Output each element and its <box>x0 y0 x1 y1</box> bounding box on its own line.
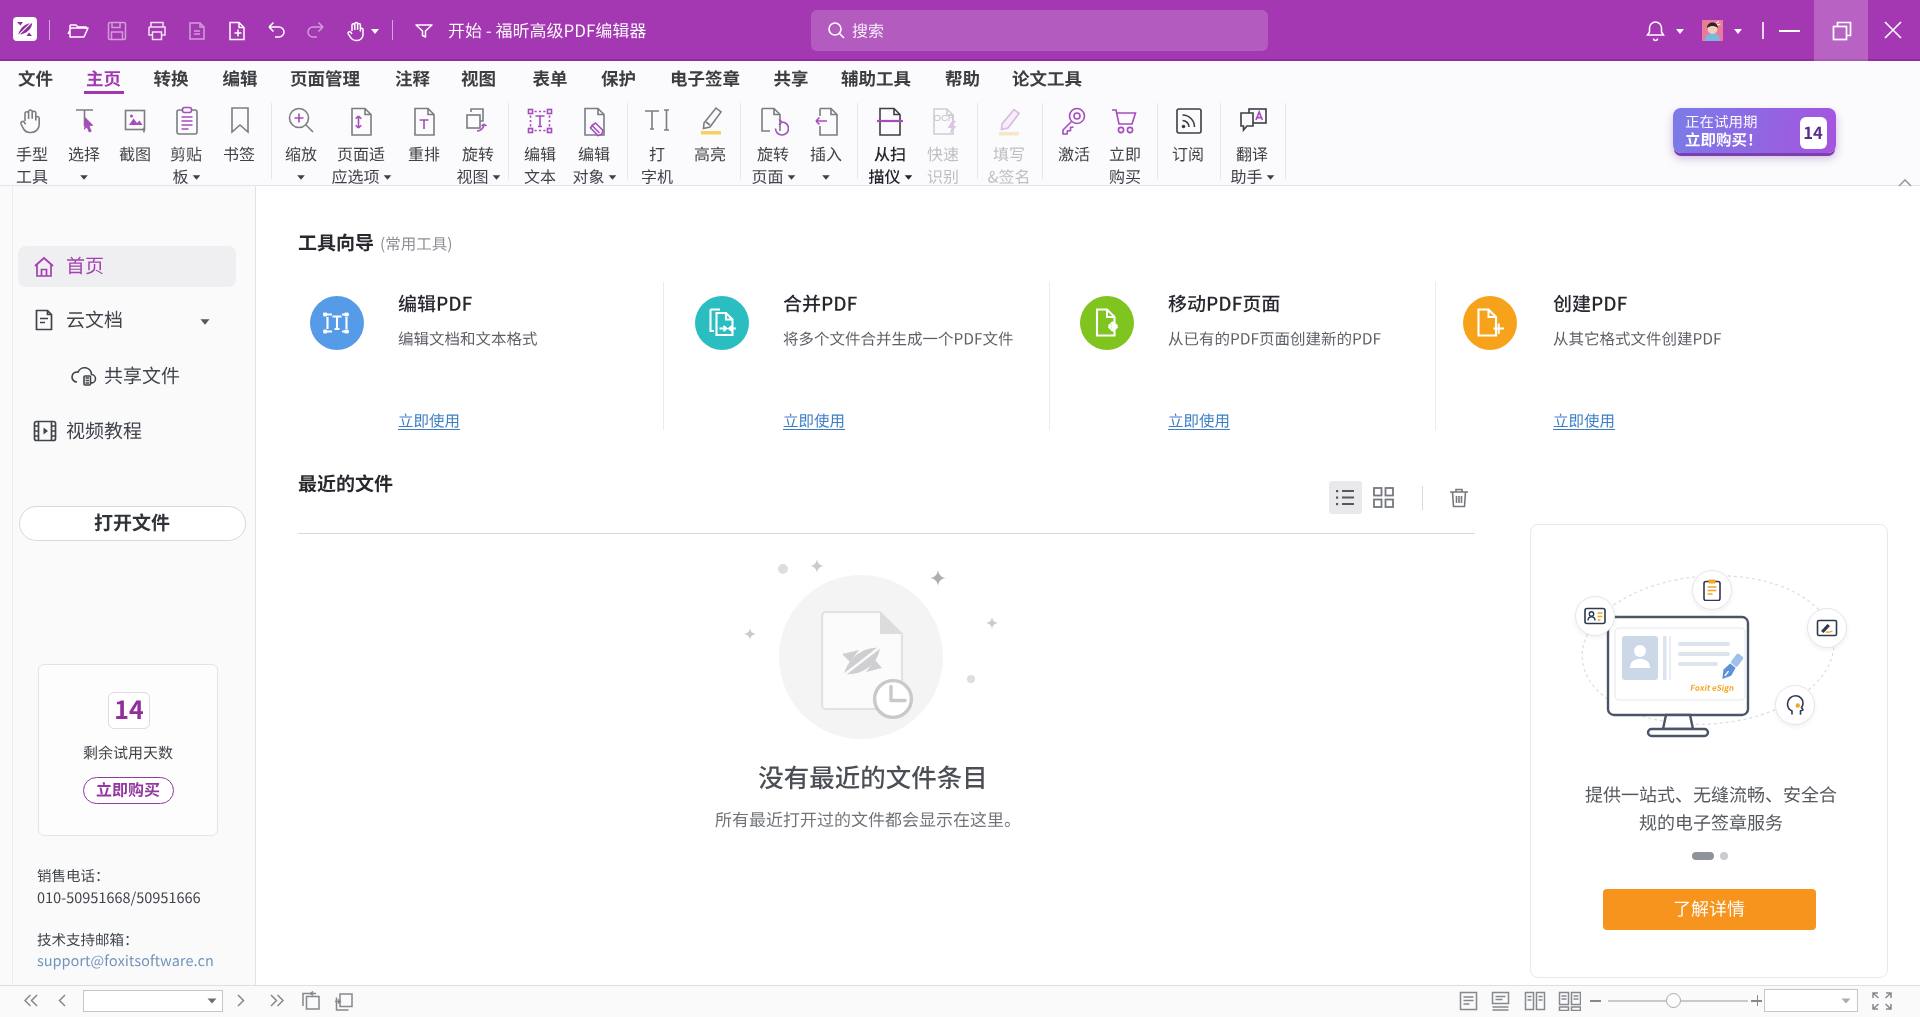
svg-text:OCR: OCR <box>934 112 955 123</box>
